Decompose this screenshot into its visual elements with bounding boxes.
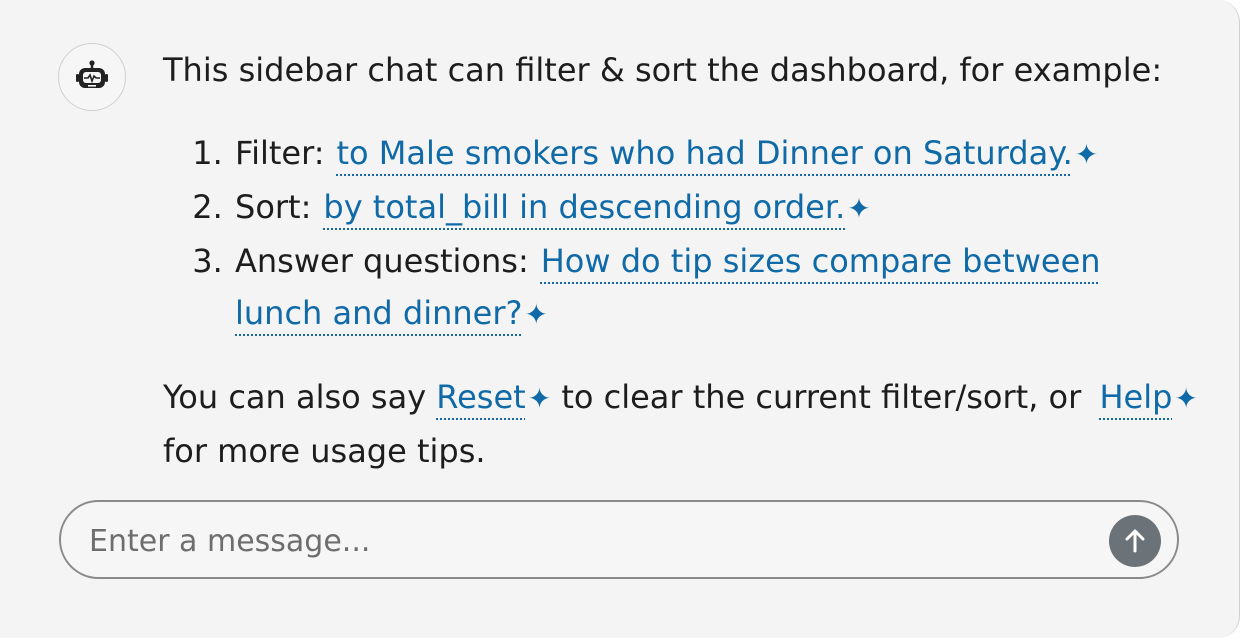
send-button[interactable] bbox=[1109, 515, 1161, 567]
sparkle-icon: ✦ bbox=[1174, 382, 1198, 415]
footer-mid: to clear the current filter/sort, or bbox=[561, 378, 1082, 416]
list-item: Sort: by total_bill in descending order.✦ bbox=[233, 181, 1123, 235]
suggestion-sort-link[interactable]: by total_bill in descending order. bbox=[323, 188, 845, 226]
examples-list: Filter: to Male smokers who had Dinner on… bbox=[163, 127, 1123, 341]
list-item: Answer questions:How do tip sizes compar… bbox=[233, 235, 1123, 341]
footer-pre: You can also say bbox=[163, 378, 427, 416]
intro-text: This sidebar chat can filter & sort the … bbox=[163, 51, 1163, 89]
footer-post: for more usage tips. bbox=[163, 432, 486, 470]
example-label: Filter: bbox=[235, 134, 325, 172]
footer-text: You can also say Reset✦ to clear the cur… bbox=[163, 371, 1203, 477]
sparkle-icon: ✦ bbox=[847, 192, 871, 225]
robot-icon bbox=[76, 60, 108, 88]
assistant-message: This sidebar chat can filter & sort the … bbox=[163, 44, 1203, 477]
list-item: Filter: to Male smokers who had Dinner on… bbox=[233, 127, 1123, 181]
sparkle-icon: ✦ bbox=[527, 382, 552, 415]
suggestion-reset-link[interactable]: Reset bbox=[436, 378, 525, 416]
suggestion-help-link[interactable]: Help bbox=[1099, 378, 1172, 416]
message-input[interactable] bbox=[87, 516, 1081, 566]
arrow-up-icon bbox=[1125, 529, 1145, 553]
sparkle-icon: ✦ bbox=[1074, 138, 1099, 171]
example-label: Sort: bbox=[235, 188, 312, 226]
message-composer bbox=[59, 500, 1179, 579]
example-label: Answer questions: bbox=[235, 242, 529, 280]
sparkle-icon: ✦ bbox=[524, 298, 548, 331]
assistant-avatar bbox=[58, 43, 126, 111]
chat-sidebar: This sidebar chat can filter & sort the … bbox=[0, 0, 1240, 638]
suggestion-filter-link[interactable]: to Male smokers who had Dinner on Saturd… bbox=[336, 134, 1072, 172]
